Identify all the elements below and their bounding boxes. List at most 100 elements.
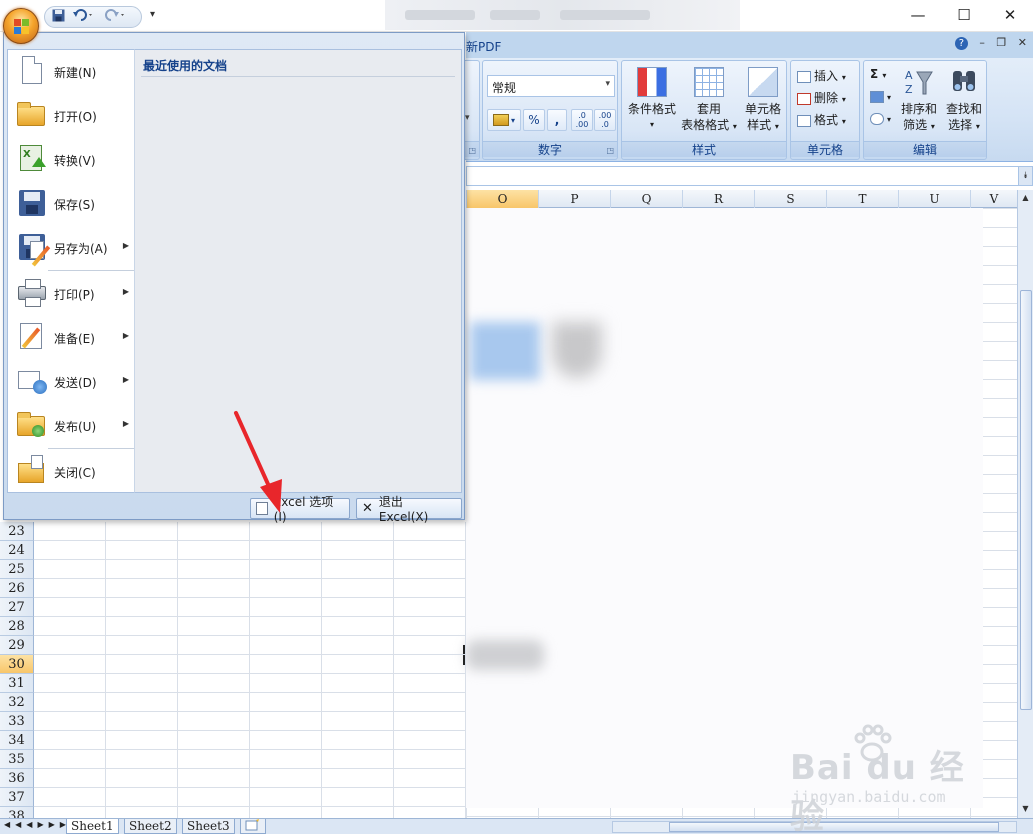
row-cells[interactable] — [34, 788, 466, 807]
accounting-format-button[interactable]: ▾ — [487, 109, 521, 131]
row-cells[interactable] — [34, 598, 466, 617]
percent-button[interactable]: % — [523, 109, 545, 131]
column-header[interactable]: S — [754, 190, 826, 208]
menu-item-convert[interactable]: X 转换(V) — [8, 138, 134, 180]
close-folder-icon — [16, 455, 48, 487]
conditional-format-button[interactable]: 条件格式 ▾ — [624, 67, 680, 133]
row-header[interactable]: 34 — [0, 731, 34, 750]
row-cells[interactable] — [34, 731, 466, 750]
row-header[interactable]: 35 — [0, 750, 34, 769]
menu-item-save-as[interactable]: 另存为(A) ▶ — [8, 226, 134, 268]
number-group: 常规 ▾ ▾ % , .0 .00 .00 .0 数字 ◳ — [482, 60, 618, 160]
doc-minimize-icon[interactable]: – — [979, 36, 985, 49]
sheet-tab-1[interactable]: Sheet1 — [66, 819, 119, 834]
sort-filter-icon: AZ — [904, 67, 934, 97]
number-format-select[interactable]: 常规 ▾ — [487, 75, 615, 97]
minimize-button[interactable]: — — [895, 0, 941, 30]
row-header[interactable]: 31 — [0, 674, 34, 693]
column-header[interactable]: U — [898, 190, 970, 208]
column-header[interactable]: O — [466, 190, 538, 208]
comma-button[interactable]: , — [547, 109, 567, 131]
row-cells[interactable] — [34, 560, 466, 579]
menu-item-print[interactable]: 打印(P) ▶ — [8, 272, 134, 314]
doc-close-icon[interactable]: ✕ — [1018, 36, 1027, 49]
menu-item-close[interactable]: 关闭(C) — [8, 450, 134, 492]
row-header[interactable]: 24 — [0, 541, 34, 560]
scroll-down-icon[interactable]: ▼ — [1018, 801, 1033, 817]
menu-item-new[interactable]: 新建(N) — [8, 50, 134, 92]
column-header[interactable]: P — [538, 190, 610, 208]
column-header[interactable]: Q — [610, 190, 682, 208]
menu-item-open[interactable]: 打开(O) — [8, 94, 134, 136]
menu-item-send[interactable]: 发送(D) ▶ — [8, 360, 134, 402]
row-header[interactable]: 27 — [0, 598, 34, 617]
vertical-scrollbar[interactable]: ▲ ▼ — [1017, 190, 1033, 818]
row-cells[interactable] — [34, 769, 466, 788]
close-button[interactable]: ✕ — [987, 0, 1033, 30]
row-cells[interactable] — [34, 617, 466, 636]
row-header[interactable]: 23 — [0, 522, 34, 541]
sheet-tab-3[interactable]: Sheet3 — [182, 819, 235, 834]
blurred-title — [385, 0, 740, 30]
row-cells[interactable] — [34, 636, 466, 655]
row-header[interactable]: 36 — [0, 769, 34, 788]
autosum-button[interactable]: Σ ▾ — [870, 67, 886, 81]
row-header[interactable]: 32 — [0, 693, 34, 712]
column-header[interactable]: T — [826, 190, 898, 208]
find-select-button[interactable]: 查找和 选择 ▾ — [942, 67, 986, 135]
dialog-launcher-icon[interactable]: ◳ — [606, 146, 614, 155]
row-cells[interactable] — [34, 522, 466, 541]
doc-restore-icon[interactable]: ❐ — [996, 36, 1006, 49]
expand-formula-bar-icon[interactable]: ⯯ — [1018, 167, 1032, 185]
blurred-content-area — [466, 208, 983, 808]
row-cells[interactable] — [34, 655, 466, 674]
menu-item-publish[interactable]: 发布(U) ▶ — [8, 404, 134, 446]
delete-button[interactable]: 删除 ▾ — [797, 89, 846, 106]
scroll-thumb[interactable] — [1020, 290, 1032, 710]
row-cells[interactable] — [34, 750, 466, 769]
format-as-table-button[interactable]: 套用 表格格式 ▾ — [680, 67, 738, 135]
sheet-nav-arrows[interactable]: ◀◀◀▶▶▶ — [4, 820, 71, 829]
row-cells[interactable] — [34, 693, 466, 712]
cell-styles-button[interactable]: 单元格 样式 ▾ — [738, 67, 788, 135]
decrease-decimal-button[interactable]: .00 .0 — [594, 109, 616, 131]
exit-excel-button[interactable]: ✕ 退出 Excel(X) — [356, 495, 462, 524]
customize-qat-icon[interactable]: ▾ — [150, 9, 155, 20]
insert-sheet-icon[interactable] — [240, 819, 266, 834]
office-button[interactable] — [3, 8, 39, 44]
fill-button[interactable]: ▾ — [870, 89, 891, 103]
menu-item-save[interactable]: 保存(S) — [8, 182, 134, 224]
sort-filter-button[interactable]: AZ 排序和 筛选 ▾ — [896, 67, 942, 135]
column-header[interactable]: R — [682, 190, 754, 208]
row-header[interactable]: 26 — [0, 579, 34, 598]
row-header[interactable]: 29 — [0, 636, 34, 655]
clear-button[interactable]: ▾ — [870, 111, 891, 125]
sheet-tab-2[interactable]: Sheet2 — [124, 819, 177, 834]
table-row: 29 — [0, 636, 466, 655]
row-cells[interactable] — [34, 579, 466, 598]
format-button[interactable]: 格式 ▾ — [797, 111, 846, 128]
table-row: 23 — [0, 522, 466, 541]
column-header[interactable]: V — [970, 190, 1017, 208]
dialog-launcher-icon[interactable]: ◳ — [468, 146, 476, 155]
scroll-up-icon[interactable]: ▲ — [1018, 190, 1033, 206]
redo-icon[interactable] — [105, 9, 127, 25]
formula-bar[interactable]: ⯯ — [466, 166, 1033, 186]
increase-decimal-button[interactable]: .0 .00 — [571, 109, 593, 131]
row-header[interactable]: 28 — [0, 617, 34, 636]
row-header[interactable]: 33 — [0, 712, 34, 731]
insert-button[interactable]: 插入 ▾ — [797, 67, 846, 84]
row-header[interactable]: 37 — [0, 788, 34, 807]
tab-pdf[interactable]: 新PDF — [466, 38, 501, 55]
menu-item-prepare[interactable]: 准备(E) ▶ — [8, 316, 134, 358]
row-cells[interactable] — [34, 541, 466, 560]
help-icon[interactable]: ? — [954, 37, 968, 50]
maximize-button[interactable]: ☐ — [941, 0, 987, 30]
printer-icon — [16, 277, 48, 309]
row-cells[interactable] — [34, 674, 466, 693]
undo-icon[interactable] — [73, 9, 95, 25]
row-cells[interactable] — [34, 712, 466, 731]
row-header[interactable]: 25 — [0, 560, 34, 579]
row-header-selected[interactable]: 30 — [0, 655, 34, 674]
save-icon[interactable] — [52, 9, 65, 25]
